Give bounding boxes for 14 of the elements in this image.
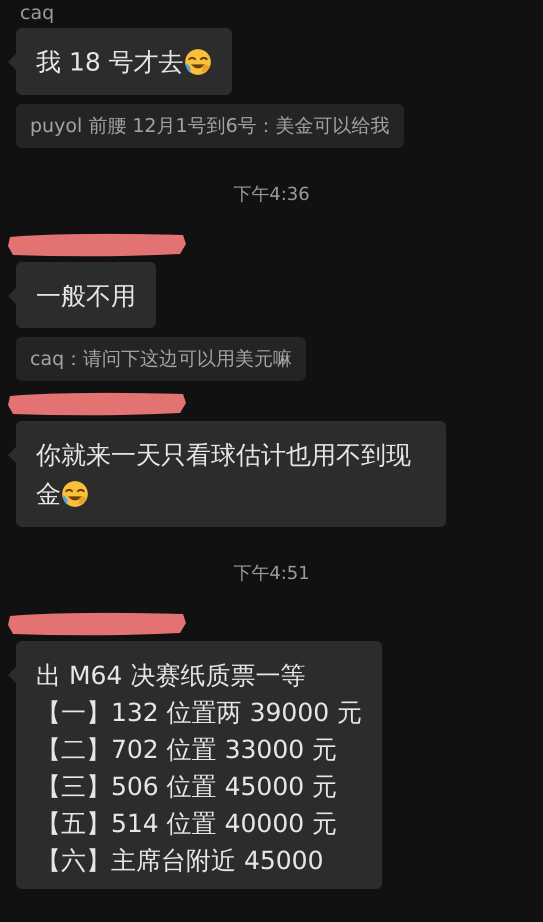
quoted-message: puyol 前腰 12月1号到6号：美金可以给我: [16, 104, 404, 148]
sender-name: caq: [20, 2, 54, 24]
message-line: 【二】702 位置 33000 元: [36, 734, 338, 766]
message-line: 【一】132 位置两 39000 元: [36, 696, 362, 729]
message-line: 出 M64 决赛纸质票一等: [36, 660, 306, 692]
message-line: 【三】506 位置 45000 元: [36, 770, 338, 803]
timestamp: 下午4:51: [233, 562, 310, 585]
message-bubble: 你就来一天只看球估计也用不到现金: [16, 421, 446, 527]
quoted-message: caq：请问下这边可以用美元嘛: [16, 337, 306, 382]
message-line: 【五】514 位置 40000 元: [36, 808, 338, 840]
message-bubble: 一般不用: [16, 262, 156, 328]
message-bubble: 我 18 号才去: [16, 28, 232, 95]
timestamp: 下午4:36: [233, 182, 310, 206]
message-line: 【六】主席台附近 45000: [36, 844, 324, 877]
